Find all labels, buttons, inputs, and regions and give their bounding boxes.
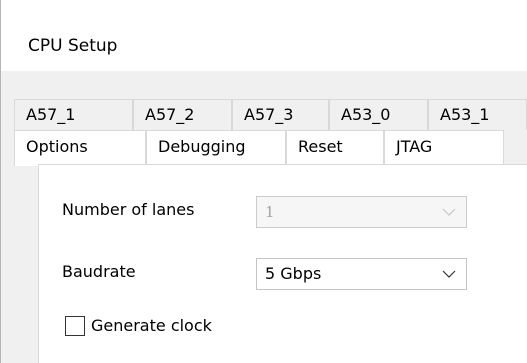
tab-label: A57_3 [244, 105, 294, 124]
baudrate-label: Baudrate [62, 262, 136, 281]
tab-options[interactable]: Options [14, 130, 146, 166]
chevron-down-icon [442, 270, 456, 278]
tab-a57-3[interactable]: A57_3 [232, 99, 329, 130]
baudrate-value: 5 Gbps [265, 264, 322, 283]
baudrate-dropdown[interactable]: 5 Gbps [256, 258, 467, 290]
tab-label: Reset [298, 137, 343, 156]
chevron-down-icon [442, 208, 456, 216]
lanes-label: Number of lanes [62, 200, 195, 219]
lanes-value: 1 [265, 203, 275, 221]
tab-a53-0[interactable]: A53_0 [329, 99, 428, 130]
tab-a57-1[interactable]: A57_1 [14, 99, 133, 130]
generate-clock-label[interactable]: Generate clock [91, 316, 212, 335]
tab-label: Options [26, 137, 88, 156]
tab-label: Debugging [158, 137, 246, 156]
tab-debugging[interactable]: Debugging [146, 130, 286, 165]
tab-label: A53_0 [341, 105, 391, 124]
tab-label: A53_1 [440, 105, 490, 124]
tab-jtag[interactable]: JTAG [384, 130, 504, 165]
tab-label: A57_1 [26, 105, 76, 124]
tab-reset[interactable]: Reset [286, 130, 384, 165]
dialog-title-bar: CPU Setup [0, 0, 527, 71]
lanes-dropdown[interactable]: 1 [256, 196, 467, 228]
window-frame-left [0, 71, 1, 363]
tab-label: JTAG [396, 137, 433, 156]
tab-a57-2[interactable]: A57_2 [133, 99, 232, 130]
tab-label: A57_2 [145, 105, 195, 124]
generate-clock-checkbox[interactable] [65, 316, 85, 336]
tab-a53-1[interactable]: A53_1 [428, 99, 527, 130]
dialog-title: CPU Setup [28, 36, 118, 56]
